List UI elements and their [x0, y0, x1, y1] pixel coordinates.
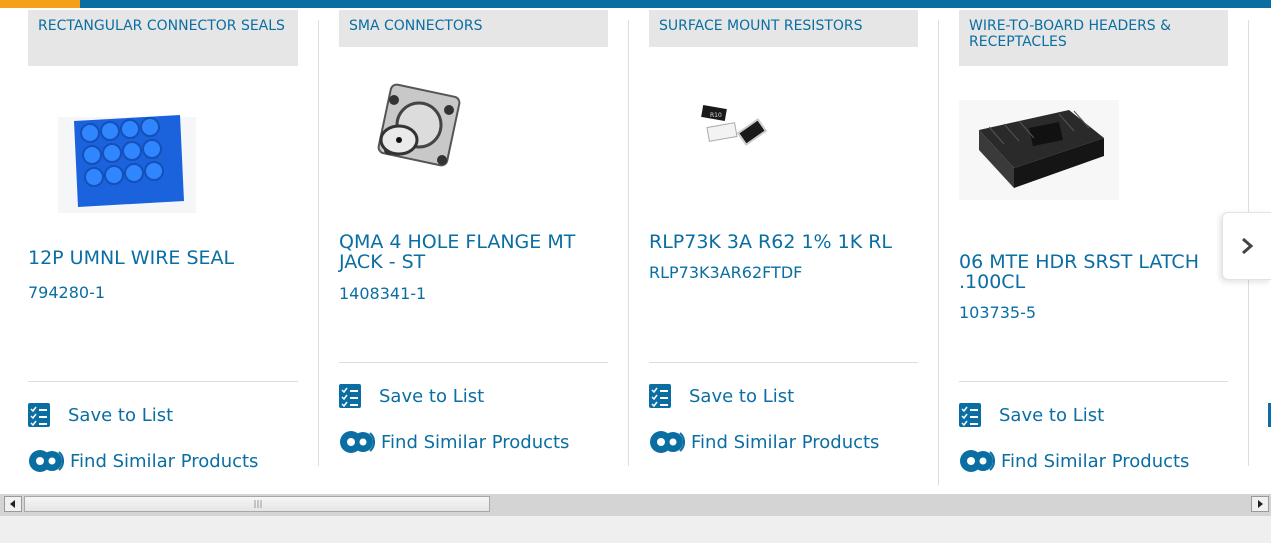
part-number[interactable]: 103735-5: [959, 304, 1036, 322]
chevron-right-icon: [1242, 237, 1254, 255]
scrollbar-thumb[interactable]: [24, 496, 490, 512]
product-title[interactable]: 06 MTE HDR SRST LATCH .100CL: [959, 252, 1227, 292]
card-separator: [339, 362, 608, 363]
save-to-list-button[interactable]: Save to List: [959, 403, 1104, 427]
checklist-icon: [649, 384, 671, 408]
svg-text:R10: R10: [710, 112, 722, 119]
save-to-list-button[interactable]: Save to List: [339, 384, 484, 408]
card-divider: [628, 20, 629, 466]
save-to-list-label: Save to List: [689, 385, 795, 407]
find-similar-button[interactable]: Find Similar Products: [959, 449, 1189, 473]
card-divider: [318, 20, 319, 466]
find-similar-button[interactable]: Find Similar Products: [339, 430, 569, 454]
product-title[interactable]: QMA 4 HOLE FLANGE MT JACK - ST: [339, 232, 609, 272]
find-similar-label: Find Similar Products: [381, 431, 570, 453]
find-similar-label: Find Similar Products: [691, 431, 880, 453]
find-similar-button[interactable]: Find Similar Products: [28, 449, 258, 473]
find-similar-button[interactable]: Find Similar Products: [649, 430, 879, 454]
product-image[interactable]: [364, 80, 474, 180]
product-card: SMA CONNECTORS QMA 4 HOLE FLANGE MT JACK…: [339, 0, 629, 494]
part-number[interactable]: RLP73K3AR62FTDF: [649, 264, 802, 282]
product-carousel: RECTANGULAR CONNECTOR SEALS 12P UMNL WIR…: [0, 0, 1271, 494]
checklist-icon: [28, 403, 50, 427]
product-card: WIRE-TO-BOARD HEADERS & RECEPTACLES 06 M…: [959, 0, 1249, 494]
find-similar-label: Find Similar Products: [70, 450, 259, 472]
find-similar-label: Find Similar Products: [1001, 450, 1190, 472]
card-separator: [649, 362, 918, 363]
product-category[interactable]: SURFACE MOUNT RESISTORS: [649, 10, 918, 47]
gears-icon: [340, 431, 375, 453]
save-to-list-label: Save to List: [68, 404, 174, 426]
scroll-left-button[interactable]: [4, 496, 22, 512]
scroll-grip-icon: [254, 500, 262, 508]
product-title[interactable]: RLP73K 3A R62 1% 1K RL: [649, 232, 919, 252]
product-category[interactable]: WIRE-TO-BOARD HEADERS & RECEPTACLES: [959, 10, 1228, 66]
part-number[interactable]: 794280-1: [28, 284, 105, 302]
carousel-next-button[interactable]: [1222, 212, 1271, 280]
product-card: SURFACE MOUNT RESISTORS R10 RLP73K 3A R6…: [649, 0, 939, 494]
product-image[interactable]: R10: [694, 95, 784, 165]
product-category[interactable]: RECTANGULAR CONNECTOR SEALS: [28, 10, 298, 66]
checklist-icon: [339, 384, 361, 408]
product-image[interactable]: [959, 100, 1119, 200]
checklist-icon: [959, 403, 981, 427]
card-separator: [959, 381, 1228, 382]
arrow-right-icon: [1258, 500, 1263, 508]
save-to-list-label: Save to List: [999, 404, 1105, 426]
product-title[interactable]: 12P UMNL WIRE SEAL: [28, 248, 288, 268]
product-card: RECTANGULAR CONNECTOR SEALS 12P UMNL WIR…: [28, 0, 319, 494]
save-to-list-label: Save to List: [379, 385, 485, 407]
horizontal-scrollbar[interactable]: [0, 494, 1271, 516]
page-footer-area: [0, 516, 1271, 543]
part-number[interactable]: 1408341-1: [339, 285, 426, 303]
save-to-list-button[interactable]: Save to List: [649, 384, 794, 408]
card-separator: [28, 381, 298, 382]
product-image[interactable]: [48, 103, 198, 213]
gears-icon: [650, 431, 685, 453]
product-category[interactable]: SMA CONNECTORS: [339, 10, 608, 47]
gears-icon: [960, 450, 995, 472]
save-to-list-button[interactable]: Save to List: [28, 403, 173, 427]
arrow-left-icon: [10, 500, 15, 508]
card-divider: [938, 20, 939, 485]
scroll-right-button[interactable]: [1251, 496, 1269, 512]
gears-icon: [29, 450, 64, 472]
